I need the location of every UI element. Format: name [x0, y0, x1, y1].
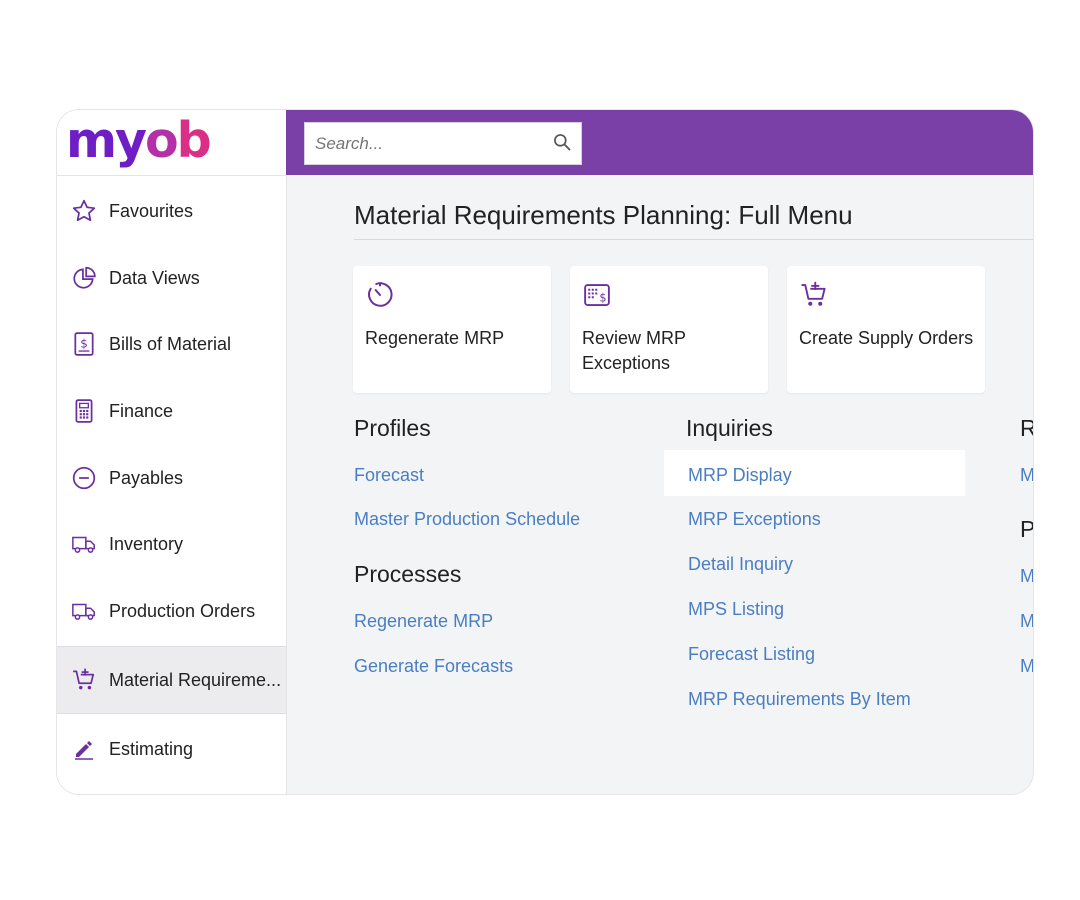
app-window: myob Favourites Data Views $ Bills of Ma… — [57, 110, 1033, 794]
sidebar-item-label: Payables — [109, 467, 184, 488]
link-forecast-listing[interactable]: Forecast Listing — [688, 644, 815, 665]
svg-text:$: $ — [599, 291, 606, 304]
sidebar-item-material-requirements[interactable]: Material Requireme... — [57, 646, 286, 714]
link-cut[interactable]: M — [1020, 566, 1033, 587]
tile-label: Create Supply Orders — [799, 328, 974, 348]
page-title: Material Requirements Planning: Full Men… — [354, 200, 853, 230]
link-forecast[interactable]: Forecast — [354, 465, 424, 486]
truck-icon — [71, 531, 97, 557]
section-title-processes: Processes — [354, 561, 462, 587]
tile-label: Regenerate MRP — [365, 328, 505, 348]
link-cut[interactable]: M — [1020, 611, 1033, 632]
section-title-profiles: Profiles — [354, 415, 431, 441]
calculator-dollar-icon: $ — [582, 280, 612, 310]
link-mrp-exceptions[interactable]: MRP Exceptions — [688, 509, 821, 530]
tile-label: Review MRP Exceptions — [582, 328, 686, 373]
myob-logo[interactable]: myob — [66, 112, 212, 169]
svg-text:$: $ — [80, 336, 88, 350]
sidebar-item-label: Favourites — [109, 200, 194, 221]
link-master-production-schedule[interactable]: Master Production Schedule — [354, 509, 580, 530]
star-icon — [71, 198, 97, 224]
link-mrp-requirements-by-item[interactable]: MRP Requirements By Item — [688, 689, 911, 710]
tile-review-mrp-exceptions[interactable]: $ Review MRP Exceptions — [570, 266, 768, 393]
sidebar-item-label: Data Views — [109, 267, 200, 288]
calculator-icon — [71, 398, 97, 424]
sidebar-item-production-orders[interactable]: Production Orders — [57, 578, 286, 644]
sidebar-item-data-views[interactable]: Data Views — [57, 245, 286, 311]
sidebar: myob Favourites Data Views $ Bills of Ma… — [57, 110, 287, 794]
link-mrp-display[interactable]: MRP Display — [688, 465, 792, 486]
top-bar — [286, 110, 1033, 175]
link-detail-inquiry[interactable]: Detail Inquiry — [688, 554, 793, 575]
link-mps-listing[interactable]: MPS Listing — [688, 599, 784, 620]
minus-circle-icon — [71, 465, 97, 491]
section-title-cut: P — [1020, 516, 1033, 542]
cart-plus-icon — [799, 280, 829, 310]
sidebar-item-label: Estimating — [109, 738, 194, 759]
search-icon[interactable] — [552, 132, 572, 157]
section-title-inquiries: Inquiries — [686, 415, 773, 441]
sidebar-item-estimating[interactable]: Estimating — [57, 716, 286, 782]
sidebar-item-label: Inventory — [109, 533, 184, 554]
pie-chart-icon — [71, 265, 97, 291]
sidebar-item-label: Material Requireme... — [109, 669, 282, 690]
search-input[interactable] — [313, 132, 547, 155]
cart-plus-icon — [71, 667, 97, 693]
sidebar-item-favourites[interactable]: Favourites — [57, 178, 286, 244]
sidebar-item-label: Bills of Material — [109, 333, 232, 354]
dollar-document-icon: $ — [71, 331, 97, 357]
logo-area: myob — [57, 110, 286, 176]
sidebar-item-bills-of-material[interactable]: $ Bills of Material — [57, 311, 286, 377]
pencil-icon — [71, 736, 97, 762]
tile-create-supply-orders[interactable]: Create Supply Orders — [787, 266, 985, 393]
sidebar-item-finance[interactable]: Finance — [57, 378, 286, 444]
sidebar-item-payables[interactable]: Payables — [57, 445, 286, 511]
link-cut[interactable]: M — [1020, 656, 1033, 677]
link-regenerate-mrp[interactable]: Regenerate MRP — [354, 611, 493, 632]
timer-icon — [365, 280, 395, 310]
sidebar-item-label: Production Orders — [109, 600, 256, 621]
title-divider — [354, 239, 1033, 240]
link-cut[interactable]: M — [1020, 465, 1033, 486]
tile-regenerate-mrp[interactable]: Regenerate MRP — [353, 266, 551, 393]
link-generate-forecasts[interactable]: Generate Forecasts — [354, 656, 513, 677]
section-title-cut: R — [1020, 415, 1033, 441]
sidebar-item-inventory[interactable]: Inventory — [57, 511, 286, 577]
sidebar-item-label: Finance — [109, 400, 174, 421]
search-box — [304, 122, 582, 165]
truck-icon — [71, 598, 97, 624]
